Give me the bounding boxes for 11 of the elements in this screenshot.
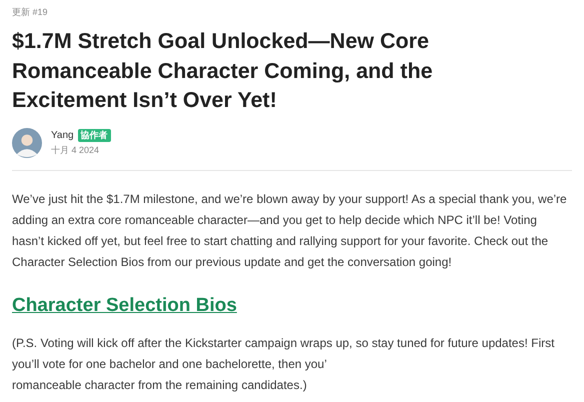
note-line: you’ll vote for one bachelor and one bachelorette, then you’ [12,356,327,372]
author-name: Yang [51,130,74,140]
role-badge: 協作者 [78,128,111,142]
note-line: romanceable character from the remaining candidates.) [12,376,307,394]
post-date: 十月 4 2024 [51,144,100,156]
update-number: 更新 #19 [12,6,49,19]
avatar-icon [12,128,42,158]
note-line: (P.S. Voting will kick off after the Kickstarter campaign wraps up, so stay tuned for future updates! First [12,334,554,352]
body-paragraph: We’ve just hit the $1.7M milestone, and we’re blown away by your support! As a special thank you, we’re adding an extra core romanceable character—and you get to help decide which NPC it’ll be! Voting hasn’t kicked off yet, but feel free to start chatting and rallying support for your favorite. Check out the Character Selection Bios from our previous update and get the conversation going! [12,190,568,270]
post-title: $1.7M Stretch Goal Unlocked—New Core Romanceable Character Coming, and the Excitement Isn’t Over Yet! [12,28,434,114]
section-heading: Character Selection Bios [12,294,237,316]
